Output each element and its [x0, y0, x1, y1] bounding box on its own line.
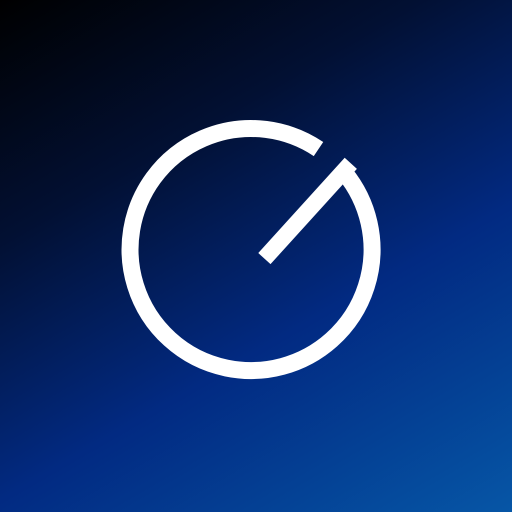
logo-ring	[121, 120, 381, 380]
clock-logo-icon	[121, 120, 381, 380]
app-icon-background	[0, 0, 512, 512]
logo-hand	[258, 157, 357, 265]
